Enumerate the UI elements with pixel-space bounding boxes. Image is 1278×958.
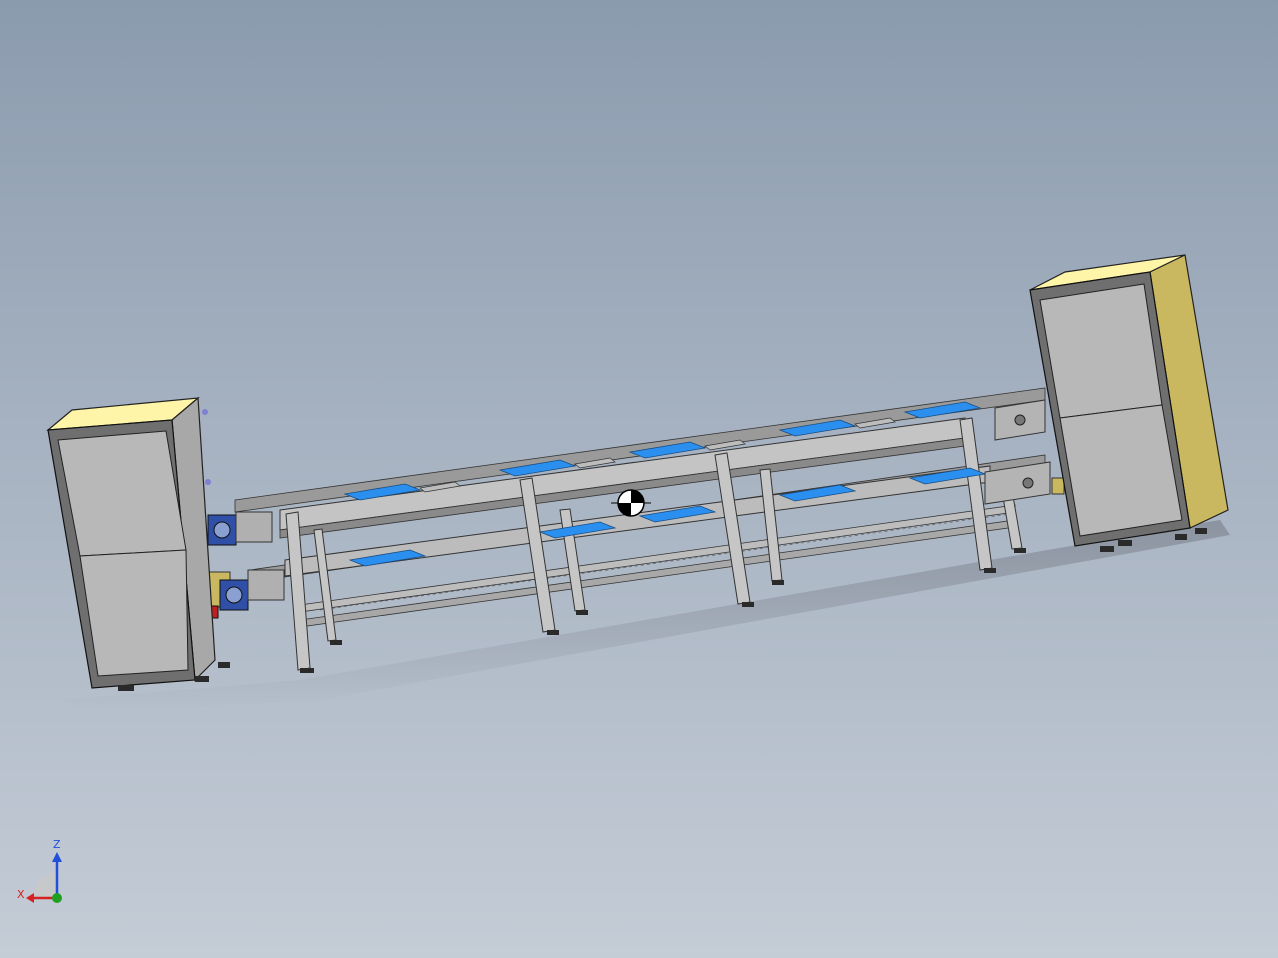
triad-z-label: Z: [53, 838, 61, 851]
floor-shadow: [60, 520, 1230, 712]
drive-unit-left-upper[interactable]: [207, 511, 273, 546]
drive-unit-left-lower[interactable]: [199, 569, 285, 619]
graphics-viewport[interactable]: Z X: [0, 0, 1278, 958]
y-axis-dot: [52, 893, 62, 903]
cabinet-right[interactable]: [1029, 254, 1229, 547]
cabinet-left[interactable]: [46, 396, 216, 689]
reference-triad[interactable]: [26, 852, 62, 903]
triad-x-label: X: [17, 888, 25, 901]
assembly-model[interactable]: [0, 0, 1278, 958]
